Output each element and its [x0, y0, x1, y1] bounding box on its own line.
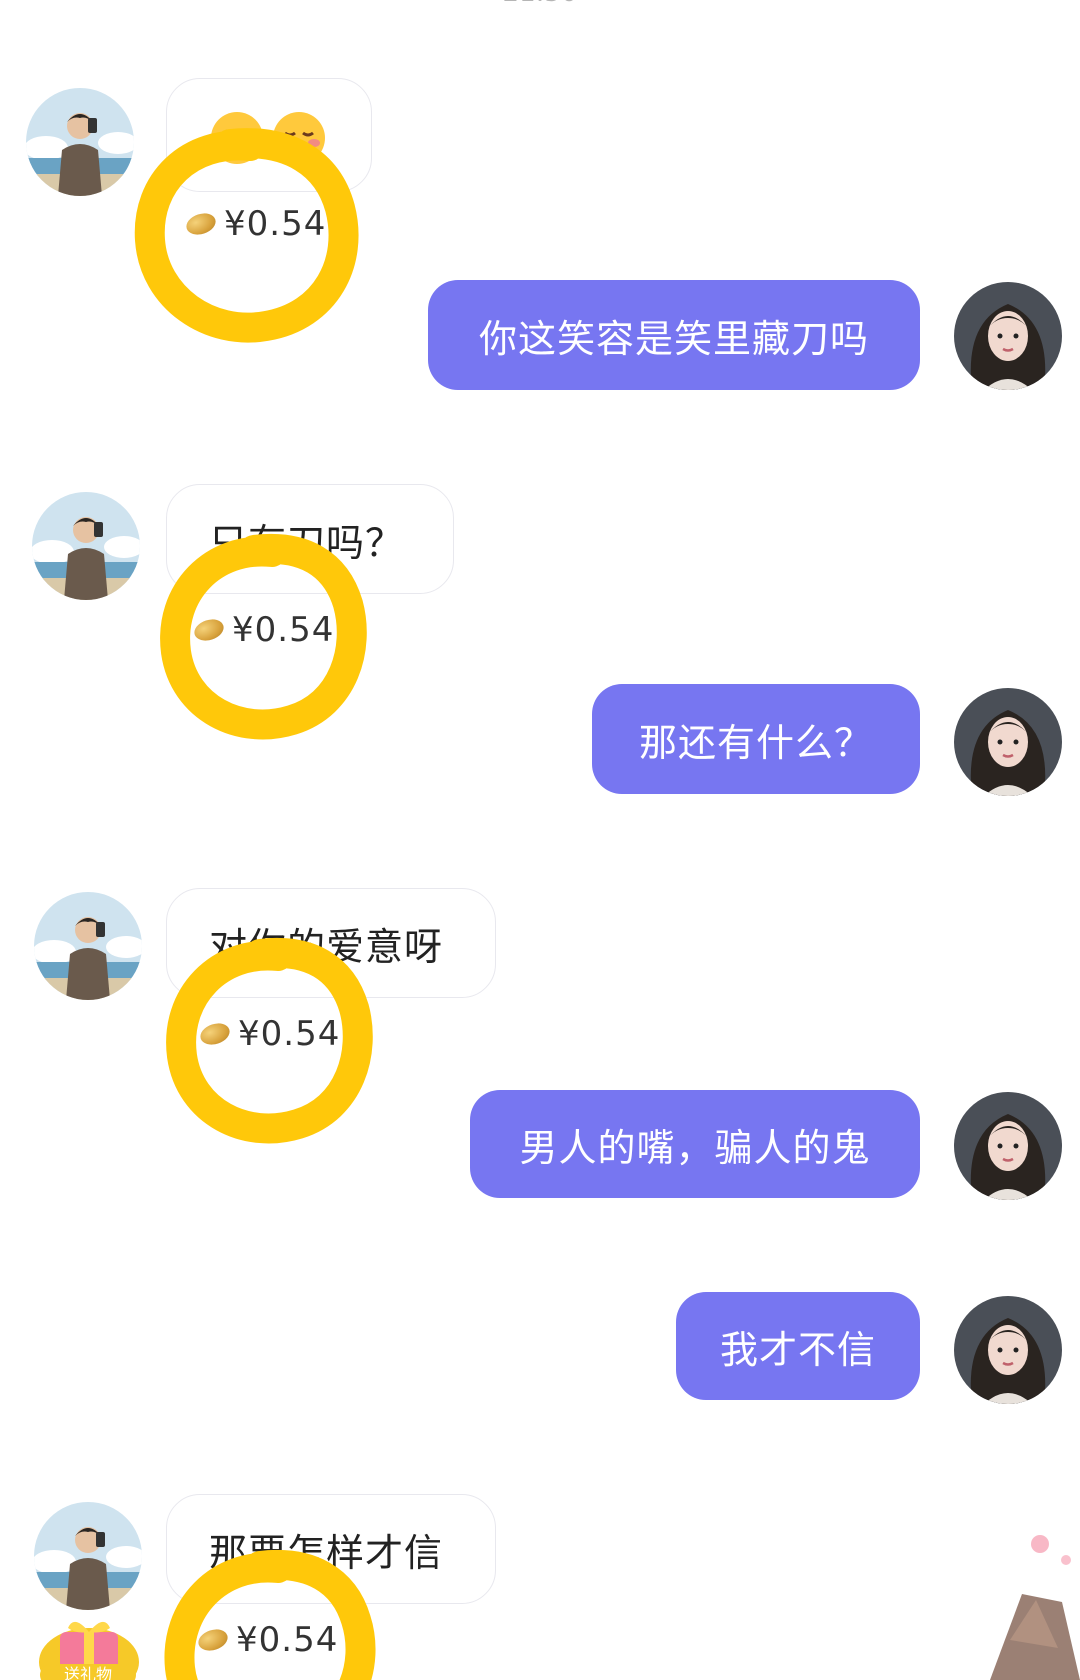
- message-text: 那还有什么？: [638, 720, 873, 765]
- male-avatar-icon: [34, 892, 142, 1000]
- sender-avatar[interactable]: [26, 88, 134, 196]
- outgoing-message-bubble[interactable]: 那还有什么？: [592, 684, 920, 794]
- chat-screen: 21:50: [0, 0, 1080, 1680]
- female-avatar-icon: [954, 282, 1062, 390]
- smiling-face-icon: [211, 112, 263, 164]
- male-avatar-icon: [26, 88, 134, 196]
- message-price: ¥0.54: [195, 1620, 339, 1660]
- incoming-message-bubble[interactable]: 只有刀吗？: [166, 484, 454, 594]
- coin-bean-icon: [183, 209, 219, 239]
- message-text: 我才不信: [719, 1327, 876, 1372]
- message-timestamp: 21:50: [0, 0, 1080, 8]
- male-avatar-icon: [32, 492, 140, 600]
- blushing-face-icon: [273, 112, 325, 164]
- sender-avatar[interactable]: [32, 492, 140, 600]
- incoming-message-bubble[interactable]: 对你的爱意呀: [166, 888, 496, 998]
- self-avatar[interactable]: [954, 1296, 1062, 1404]
- message-text: 只有刀吗？: [209, 520, 405, 565]
- outgoing-message-bubble[interactable]: 我才不信: [676, 1292, 920, 1400]
- female-avatar-icon: [954, 1092, 1062, 1200]
- message-text: 那要怎样才信: [209, 1530, 444, 1575]
- message-price: ¥0.54: [191, 610, 335, 650]
- outgoing-message-bubble[interactable]: 男人的嘴，骗人的鬼: [470, 1090, 920, 1198]
- message-text: 你这笑容是笑里藏刀吗: [478, 316, 869, 361]
- price-value: ¥0.54: [238, 1014, 341, 1054]
- coin-bean-icon: [197, 1019, 233, 1049]
- coin-bean-icon: [195, 1625, 231, 1655]
- sender-avatar[interactable]: [34, 892, 142, 1000]
- floating-decoration-icon[interactable]: [970, 1530, 1080, 1680]
- price-value: ¥0.54: [236, 1620, 339, 1660]
- incoming-message-bubble[interactable]: 那要怎样才信: [166, 1494, 496, 1604]
- price-value: ¥0.54: [232, 610, 335, 650]
- outgoing-message-bubble[interactable]: 你这笑容是笑里藏刀吗: [428, 280, 920, 390]
- female-avatar-icon: [954, 1296, 1062, 1404]
- gift-badge-label[interactable]: 送礼物: [40, 1664, 136, 1680]
- male-avatar-icon: [34, 1502, 142, 1610]
- message-text: 男人的嘴，骗人的鬼: [519, 1125, 871, 1170]
- price-value: ¥0.54: [224, 204, 327, 244]
- self-avatar[interactable]: [954, 282, 1062, 390]
- self-avatar[interactable]: [954, 688, 1062, 796]
- message-text: 对你的爱意呀: [209, 924, 444, 969]
- coin-bean-icon: [191, 615, 227, 645]
- message-price: ¥0.54: [183, 204, 327, 244]
- female-avatar-icon: [954, 688, 1062, 796]
- emoji-row: [209, 110, 327, 166]
- incoming-message-bubble[interactable]: [166, 78, 372, 192]
- sender-avatar[interactable]: [34, 1502, 142, 1610]
- message-price: ¥0.54: [197, 1014, 341, 1054]
- self-avatar[interactable]: [954, 1092, 1062, 1200]
